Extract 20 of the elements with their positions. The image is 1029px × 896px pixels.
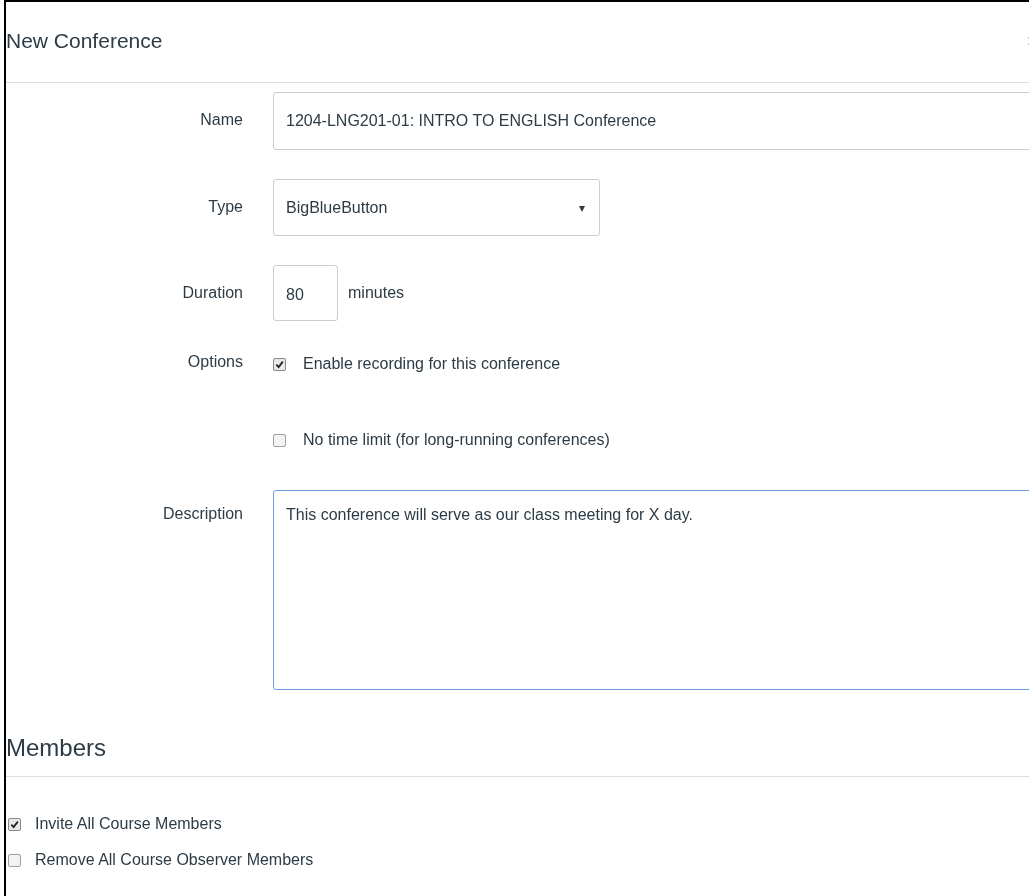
- section-heading: Members: [6, 730, 1029, 777]
- checkbox[interactable]: [8, 817, 21, 831]
- checkbox[interactable]: [273, 357, 286, 371]
- option-label: Invite All Course Members: [35, 814, 222, 834]
- unit-label: minutes: [348, 283, 405, 303]
- option-label: Remove All Course Observer Members: [35, 850, 314, 870]
- checkbox[interactable]: [273, 433, 286, 447]
- field-label: Name: [200, 111, 243, 128]
- description-field[interactable]: This conference will serve as our class meeting for X day.: [273, 490, 1029, 690]
- name-field[interactable]: 1204-LNG201-01: INTRO TO ENGLISH Conference: [273, 92, 1029, 150]
- field-label: Duration: [182, 284, 243, 301]
- option-label: No time limit (for long-running conferences): [303, 430, 610, 450]
- type-select[interactable]: BigBlueButton ▾: [273, 179, 600, 236]
- checkbox[interactable]: [8, 853, 21, 867]
- field-label: Type: [208, 198, 243, 215]
- option-label: Enable recording for this conference: [303, 354, 561, 374]
- field-label: Options: [187, 352, 243, 372]
- duration-field[interactable]: 80: [273, 265, 338, 321]
- dialog-title: New Conference: [6, 28, 163, 55]
- field-label: Description: [162, 505, 243, 522]
